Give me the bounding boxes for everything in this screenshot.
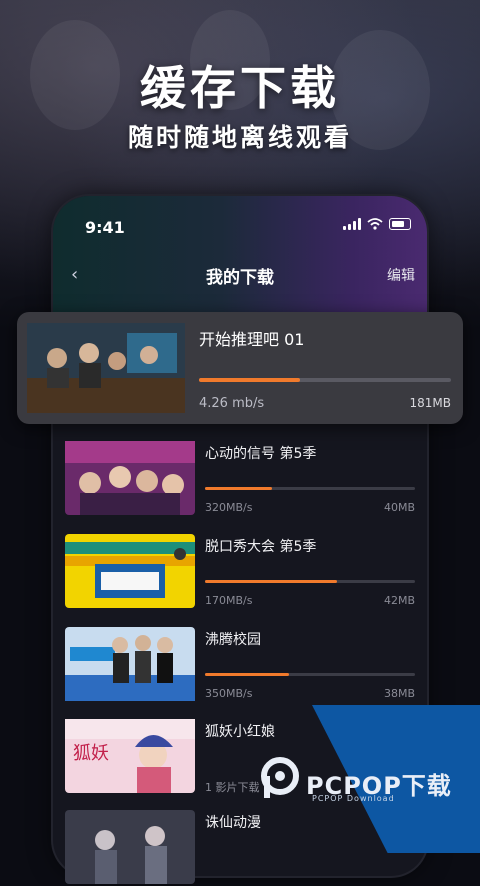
download-title: 诛仙动漫 [205, 815, 261, 831]
download-size: 38MB [383, 687, 415, 700]
edit-button[interactable]: 编辑 [387, 265, 415, 285]
featured-download-card[interactable]: 开始推理吧 01 4.26 mb/s 181MB [17, 312, 463, 424]
download-title: 狐妖小红娘 [205, 724, 275, 740]
download-progress-bar [205, 580, 415, 583]
signal-icon [343, 218, 361, 230]
battery-icon [389, 218, 411, 230]
status-icons [343, 218, 411, 230]
download-status: 1 影片下载 [205, 781, 260, 794]
download-speed: 170MB/s [205, 594, 253, 607]
banner-headline: 缓存下载 [140, 61, 340, 115]
download-progress-bar [205, 673, 415, 676]
download-title: 心动的信号 第5季 [205, 446, 317, 462]
featured-progress-fill [199, 378, 300, 382]
download-item[interactable]: 诛仙动漫 [65, 810, 425, 886]
download-thumbnail [65, 810, 195, 884]
download-speed: 350MB/s [205, 687, 253, 700]
download-item[interactable]: 脱口秀大会 第5季 170MB/s 42MB [65, 534, 425, 610]
download-progress-bar [205, 487, 415, 490]
phone-header: 9:41 ‹ 我的下载 编辑 [53, 196, 427, 314]
featured-progress-bar [199, 378, 451, 382]
featured-speed: 4.26 mb/s [199, 396, 265, 411]
banner-subline: 随时随地离线观看 [127, 123, 352, 152]
download-progress-fill [205, 580, 338, 583]
download-thumbnail: 狐妖 [65, 719, 195, 793]
download-thumbnail [65, 441, 195, 515]
status-time: 9:41 [85, 218, 125, 237]
download-thumbnail [65, 627, 195, 701]
download-item[interactable]: 沸腾校园 350MB/s 38MB [65, 627, 425, 703]
download-thumbnail [65, 534, 195, 608]
featured-thumbnail [27, 323, 185, 413]
download-title: 沸腾校园 [205, 632, 261, 648]
download-progress-fill [205, 487, 273, 490]
download-size: 42MB [383, 594, 415, 607]
watermark-subtext: PCPOP Download [312, 794, 395, 803]
download-speed: 320MB/s [205, 501, 253, 514]
download-progress-fill [205, 673, 289, 676]
wifi-icon [367, 218, 383, 230]
pcpop-logo-icon [261, 757, 299, 798]
svg-text:狐妖: 狐妖 [73, 743, 109, 764]
download-size: 40MB [383, 501, 415, 514]
page-title: 我的下载 [206, 268, 274, 288]
download-item[interactable]: 心动的信号 第5季 320MB/s 40MB [65, 441, 425, 517]
featured-title: 开始推理吧 01 [199, 330, 305, 349]
featured-size: 181MB [409, 396, 452, 410]
download-title: 脱口秀大会 第5季 [205, 539, 317, 555]
